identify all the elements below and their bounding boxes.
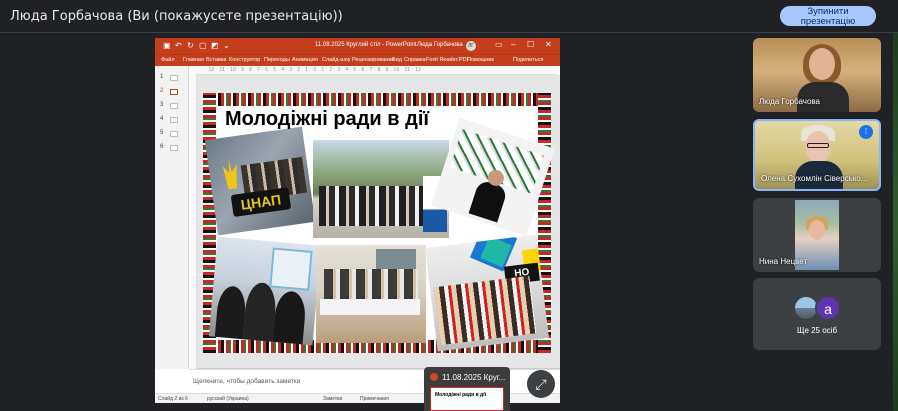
photo-youth-event: НО bbox=[425, 234, 549, 352]
lightbulb-icon: ◌ bbox=[457, 56, 462, 63]
preview-title: 11.08.2025 Круг... bbox=[442, 373, 506, 382]
photo-selfie bbox=[208, 236, 322, 346]
language-indicator[interactable]: русский (Украина) bbox=[207, 396, 249, 402]
document-title: 11.08.2025 Круглий стіл - PowerPoint bbox=[315, 42, 417, 48]
background-edge bbox=[893, 33, 898, 411]
slide-thumb-number[interactable]: 4 bbox=[160, 116, 163, 122]
table bbox=[320, 299, 420, 315]
group-of-people bbox=[433, 275, 537, 345]
slide-thumb-number[interactable]: 1 bbox=[160, 74, 163, 80]
participant-tile-speaking[interactable]: ⁞ Олена Сухомлін Сіверсько... bbox=[753, 119, 881, 191]
ribbon-menu: Файл Главная Вставка Конструктор Переход… bbox=[155, 54, 560, 66]
slide-thumb[interactable] bbox=[170, 103, 178, 109]
speaking-indicator-icon: ⁞ bbox=[859, 125, 873, 139]
poster bbox=[269, 247, 313, 291]
menu-animations[interactable]: Анимация bbox=[292, 57, 318, 63]
share-button[interactable]: Поделиться bbox=[513, 57, 543, 63]
participant-face bbox=[809, 48, 835, 80]
more-participants-tile[interactable]: a Ще 25 осіб bbox=[753, 278, 881, 350]
ruler-scale: · 12 · 11 · 10 · 9 · 8 · 7 · 6 · 5 · 4 ·… bbox=[205, 67, 425, 73]
presentation-preview-popup[interactable]: 11.08.2025 Круг... Молодіжні ради в дії bbox=[424, 367, 510, 411]
save-icon[interactable]: ▣ bbox=[163, 41, 171, 50]
preview-thumbnail: Молодіжні ради в дії bbox=[430, 387, 504, 411]
slide-counter: Слайд 2 из 6 bbox=[158, 396, 188, 402]
slide-thumb-number[interactable]: 6 bbox=[160, 144, 163, 150]
photo-outdoor-group bbox=[313, 140, 449, 238]
divider bbox=[0, 32, 898, 33]
person bbox=[272, 290, 308, 345]
cnap-logo: ЦНАП bbox=[230, 187, 292, 218]
photo-press-wall bbox=[431, 117, 555, 237]
menu-home[interactable]: Главная bbox=[183, 57, 204, 63]
menu-help[interactable]: Справка bbox=[404, 57, 426, 63]
expand-icon[interactable]: ⤢ bbox=[527, 370, 555, 398]
participant-tile[interactable]: Нина Нецвет bbox=[753, 198, 881, 272]
minimize-icon[interactable]: – bbox=[511, 40, 515, 49]
slide-title[interactable]: Молодіжні ради в дії bbox=[225, 108, 429, 131]
slide-thumbnails-pane: 1 2 3 4 5 6 bbox=[155, 66, 189, 369]
slide-canvas[interactable]: ЦНАП НО Молодіжні ради в дії bbox=[203, 93, 555, 353]
glasses bbox=[807, 143, 829, 148]
slide-thumb[interactable] bbox=[170, 117, 178, 123]
window bbox=[376, 249, 416, 269]
comments-toggle[interactable]: Примечания bbox=[360, 396, 389, 402]
powerpoint-titlebar: ▣ ↶ ↻ ▢ ◩ ⌄ 11.08.2025 Круглий стіл - Po… bbox=[155, 38, 560, 54]
participant-tile[interactable]: Люда Горбачова bbox=[753, 38, 881, 112]
quick-access-icon[interactable]: ◩ bbox=[211, 41, 219, 50]
shared-screen: ▣ ↶ ↻ ▢ ◩ ⌄ 11.08.2025 Круглий стіл - Po… bbox=[155, 38, 560, 403]
slide-thumb-number[interactable]: 3 bbox=[160, 102, 163, 108]
group-of-people bbox=[319, 186, 429, 226]
notes-placeholder: Щелкните, чтобы добавить заметки bbox=[193, 378, 301, 385]
slide-thumb[interactable] bbox=[170, 131, 178, 137]
stop-presenting-button[interactable]: Зупинити презентацію bbox=[780, 6, 876, 27]
maximize-icon[interactable]: ☐ bbox=[527, 40, 534, 49]
slide-thumb[interactable] bbox=[170, 75, 178, 81]
menu-slideshow[interactable]: Слайд-шоу bbox=[322, 57, 351, 63]
photo-meeting-table bbox=[316, 245, 426, 343]
vertical-ruler bbox=[189, 75, 197, 369]
menu-foxit[interactable]: Foxit Reader PDF bbox=[426, 57, 470, 63]
menu-view[interactable]: Вид bbox=[392, 57, 402, 63]
participant-name: Люда Горбачова bbox=[759, 97, 821, 106]
customize-toolbar-icon[interactable]: ⌄ bbox=[223, 41, 230, 50]
participant-name: Нина Нецвет bbox=[759, 257, 808, 266]
notes-toggle[interactable]: Заметки bbox=[323, 396, 342, 402]
more-participants-label: Ще 25 осіб bbox=[796, 326, 838, 335]
group-of-people bbox=[324, 269, 418, 301]
menu-insert[interactable]: Вставка bbox=[206, 57, 226, 63]
slide-thumb-active[interactable] bbox=[170, 89, 178, 95]
presenter-status-text: Люда Горбачова (Ви (покажусете презентац… bbox=[10, 9, 343, 24]
photo-cnap-group: ЦНАП bbox=[204, 126, 316, 236]
top-bar: Люда Горбачова (Ви (покажусете презентац… bbox=[0, 0, 898, 32]
participant-avatar-letter: a bbox=[815, 295, 841, 321]
participant-face bbox=[809, 220, 825, 240]
horizontal-ruler: · 12 · 11 · 10 · 9 · 8 · 7 · 6 · 5 · 4 ·… bbox=[195, 67, 557, 75]
slide-thumb-number[interactable]: 5 bbox=[160, 130, 163, 136]
slideshow-icon[interactable]: ▢ bbox=[199, 41, 207, 50]
undo-icon[interactable]: ↶ bbox=[175, 41, 182, 50]
participant-name: Олена Сухомлін Сіверсько... bbox=[761, 174, 868, 183]
close-icon[interactable]: ✕ bbox=[545, 40, 552, 49]
menu-design[interactable]: Конструктор bbox=[229, 57, 260, 63]
person bbox=[468, 178, 509, 223]
menu-transitions[interactable]: Переходы bbox=[264, 57, 290, 63]
menu-file[interactable]: Файл bbox=[161, 57, 175, 63]
slide-thumb[interactable] bbox=[170, 145, 178, 151]
menu-review[interactable]: Рецензирование bbox=[352, 57, 394, 63]
ribbon-options-icon[interactable]: ▭ bbox=[495, 40, 503, 49]
account-name[interactable]: Люда Горбачова bbox=[417, 42, 463, 48]
trident-emblem-icon bbox=[222, 158, 240, 190]
menu-assistant[interactable]: Помощник bbox=[467, 57, 494, 63]
powerpoint-icon bbox=[430, 373, 438, 381]
redo-icon[interactable]: ↻ bbox=[187, 41, 194, 50]
account-avatar[interactable]: ЛГ bbox=[466, 41, 476, 51]
slide-thumb-number[interactable]: 2 bbox=[160, 88, 163, 94]
ornament-border-top bbox=[203, 93, 551, 106]
preview-slide-title: Молодіжні ради в дії bbox=[435, 392, 487, 398]
